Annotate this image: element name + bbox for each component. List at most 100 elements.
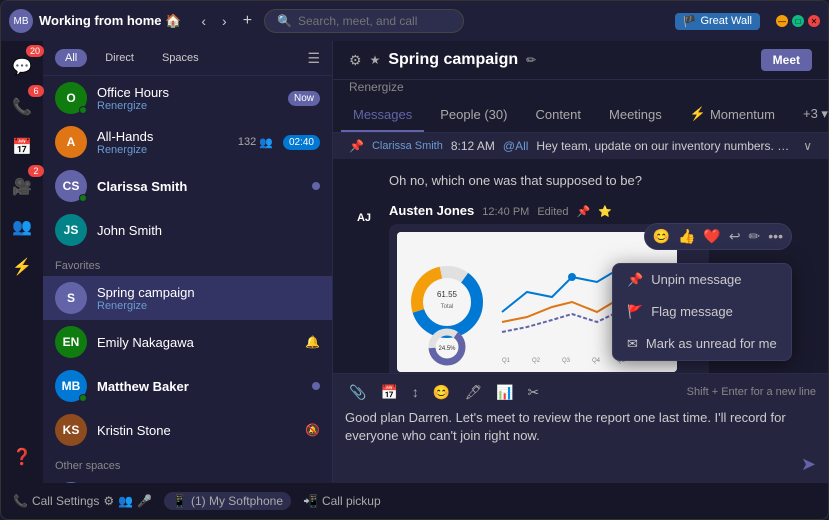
more-icon[interactable]: •••: [768, 228, 783, 244]
sidebar-icon-people[interactable]: 👥: [4, 209, 40, 245]
list-item[interactable]: KS Kristin Stone 🔕: [43, 408, 332, 452]
context-menu-item-flag[interactable]: 🚩 Flag message: [613, 296, 791, 328]
call-pickup-item[interactable]: 📲 Call pickup: [303, 494, 381, 508]
emoji-button[interactable]: 😊: [429, 382, 454, 403]
pinned-bar: 📌 Clarissa Smith 8:12 AM @All Hey team, …: [333, 133, 828, 159]
nav-back-button[interactable]: ‹: [195, 11, 212, 31]
chat-name: John Smith: [97, 223, 320, 238]
tab-content[interactable]: Content: [523, 99, 593, 132]
filter-all-button[interactable]: All: [55, 49, 87, 67]
sidebar-icon-chat[interactable]: 💬 20: [4, 49, 40, 85]
reply-icon[interactable]: ↩: [729, 228, 741, 245]
context-menu: 📌 Unpin message 🚩 Flag message ✉ Mark as…: [612, 263, 792, 361]
softphone-icon: 📱: [172, 494, 187, 508]
pen-button[interactable]: 🖋: [460, 382, 486, 403]
list-item[interactable]: O Office Hours Renergize Now: [43, 76, 332, 120]
chat-info: Matthew Baker: [97, 379, 302, 394]
sidebar-icon-meetings[interactable]: 🎥 2: [4, 169, 40, 205]
expand-icon[interactable]: ∨: [803, 139, 812, 153]
list-item[interactable]: MB Matthew Baker: [43, 364, 332, 408]
msg-time: 12:40 PM: [482, 206, 529, 218]
thumbs-up-icon[interactable]: 👍: [678, 228, 695, 245]
calendar-button[interactable]: 📅: [376, 382, 401, 403]
svg-text:61.55: 61.55: [437, 290, 458, 299]
tab-more[interactable]: +3 ▾: [791, 98, 828, 132]
new-tab-button[interactable]: +: [237, 10, 258, 32]
search-icon: 🔍: [277, 14, 292, 28]
bottom-bar: 📞 Call Settings ⚙ 👥 🎤 📱 (1) My Softphone…: [1, 483, 828, 519]
pinned-mention: @All: [503, 139, 529, 153]
send-button[interactable]: ➤: [801, 454, 816, 475]
chart-button[interactable]: 📊: [492, 382, 517, 403]
title-bar-left: MB Working from home 🏠 ‹ › + 🔍: [9, 9, 675, 33]
edit-icon[interactable]: ✏: [526, 53, 536, 67]
message-item: Oh no, which one was that supposed to be…: [349, 171, 812, 191]
avatar: S: [55, 282, 87, 314]
unpin-icon: 📌: [627, 272, 643, 288]
heart-icon[interactable]: ❤️: [703, 228, 720, 245]
softphone-item[interactable]: 📱 (1) My Softphone: [164, 492, 291, 510]
list-item[interactable]: S Spring campaign Renergize: [43, 276, 332, 320]
filter-spaces-button[interactable]: Spaces: [152, 49, 209, 67]
avatar: CS: [55, 170, 87, 202]
user-avatar: MB: [9, 9, 33, 33]
call-settings-item[interactable]: 📞 Call Settings ⚙ 👥 🎤: [13, 494, 152, 508]
emoji-icon[interactable]: 😊: [653, 228, 670, 245]
msg-header: Austen Jones 12:40 PM Edited 📌 ⭐: [389, 203, 812, 218]
status-badge: Now: [288, 91, 320, 106]
list-item[interactable]: CS Clarissa Smith: [43, 164, 332, 208]
tab-momentum[interactable]: ⚡Momentum: [678, 98, 787, 132]
channel-settings-icon[interactable]: ⚙: [349, 52, 362, 69]
chat-info: All-Hands Renergize: [97, 129, 228, 156]
sidebar-chat-list: O Office Hours Renergize Now A All-Hands…: [43, 76, 332, 483]
list-item[interactable]: A All-Hands Renergize 132👥 02:40: [43, 120, 332, 164]
minimize-button[interactable]: —: [776, 15, 788, 27]
window-controls: — □ ✕: [776, 15, 820, 27]
list-item[interactable]: EN Emily Nakagawa 🔔: [43, 320, 332, 364]
chat-name: Clarissa Smith: [97, 179, 302, 194]
pin-icon: 📌: [349, 139, 364, 153]
list-item[interactable]: JS John Smith: [43, 208, 332, 252]
context-label: Unpin message: [651, 272, 741, 287]
chat-name: Office Hours: [97, 85, 278, 100]
list-item[interactable]: UP Umar Patel: [43, 476, 332, 483]
svg-text:Q2: Q2: [532, 358, 541, 364]
message-input[interactable]: Good plan Darren. Let's meet to review t…: [345, 409, 816, 445]
bell-icon: 🔕: [305, 423, 320, 437]
content-area: ⚙ ★ Spring campaign ✏ Meet Renergize Mes…: [333, 41, 828, 483]
filter-direct-button[interactable]: Direct: [95, 49, 144, 67]
sidebar-icon-help[interactable]: ❓: [4, 439, 40, 475]
tab-messages[interactable]: Messages: [341, 99, 424, 132]
sidebar-menu-icon[interactable]: ☰: [307, 50, 320, 67]
cut-button[interactable]: ✂: [524, 382, 544, 403]
section-label: Other spaces: [43, 452, 332, 476]
main-layout: 💬 20 📞 6 📅 🎥 2 👥 ⚡ ❓ All Direct Spaces: [1, 41, 828, 483]
edit-icon[interactable]: ✏: [749, 228, 761, 245]
channel-header: ⚙ ★ Spring campaign ✏ Meet: [333, 41, 828, 80]
star-icon: ★: [370, 53, 381, 67]
context-label: Mark as unread for me: [646, 336, 777, 351]
title-bar-right: 🏴 Great Wall — □ ✕: [675, 13, 820, 30]
sidebar-icon-apps[interactable]: ⚡: [4, 249, 40, 285]
context-menu-item-unpin[interactable]: 📌 Unpin message: [613, 264, 791, 296]
chat-sub: Renergize: [97, 300, 320, 312]
workspace-title: Working from home 🏠: [39, 13, 181, 29]
chat-info: John Smith: [97, 223, 320, 238]
momentum-icon: ⚡: [690, 106, 706, 122]
avatar: KS: [55, 414, 87, 446]
nav-forward-button[interactable]: ›: [216, 11, 233, 31]
meet-button[interactable]: Meet: [761, 49, 812, 71]
context-menu-item-unread[interactable]: ✉ Mark as unread for me: [613, 328, 791, 360]
close-button[interactable]: ✕: [808, 15, 820, 27]
tab-more-button[interactable]: +3 ▾: [791, 98, 828, 132]
format-button[interactable]: ↕: [408, 382, 423, 402]
sidebar-icon-calls[interactable]: 📞 6: [4, 89, 40, 125]
tab-people[interactable]: People (30): [428, 99, 519, 132]
attach-button[interactable]: 📎: [345, 382, 370, 403]
search-input[interactable]: [298, 14, 438, 28]
tab-meetings[interactable]: Meetings: [597, 99, 674, 132]
sidebar-filter-bar: All Direct Spaces ☰: [43, 41, 332, 76]
sidebar-icon-calendar[interactable]: 📅: [4, 129, 40, 165]
maximize-button[interactable]: □: [792, 15, 804, 27]
chat-info: Office Hours Renergize: [97, 85, 278, 112]
